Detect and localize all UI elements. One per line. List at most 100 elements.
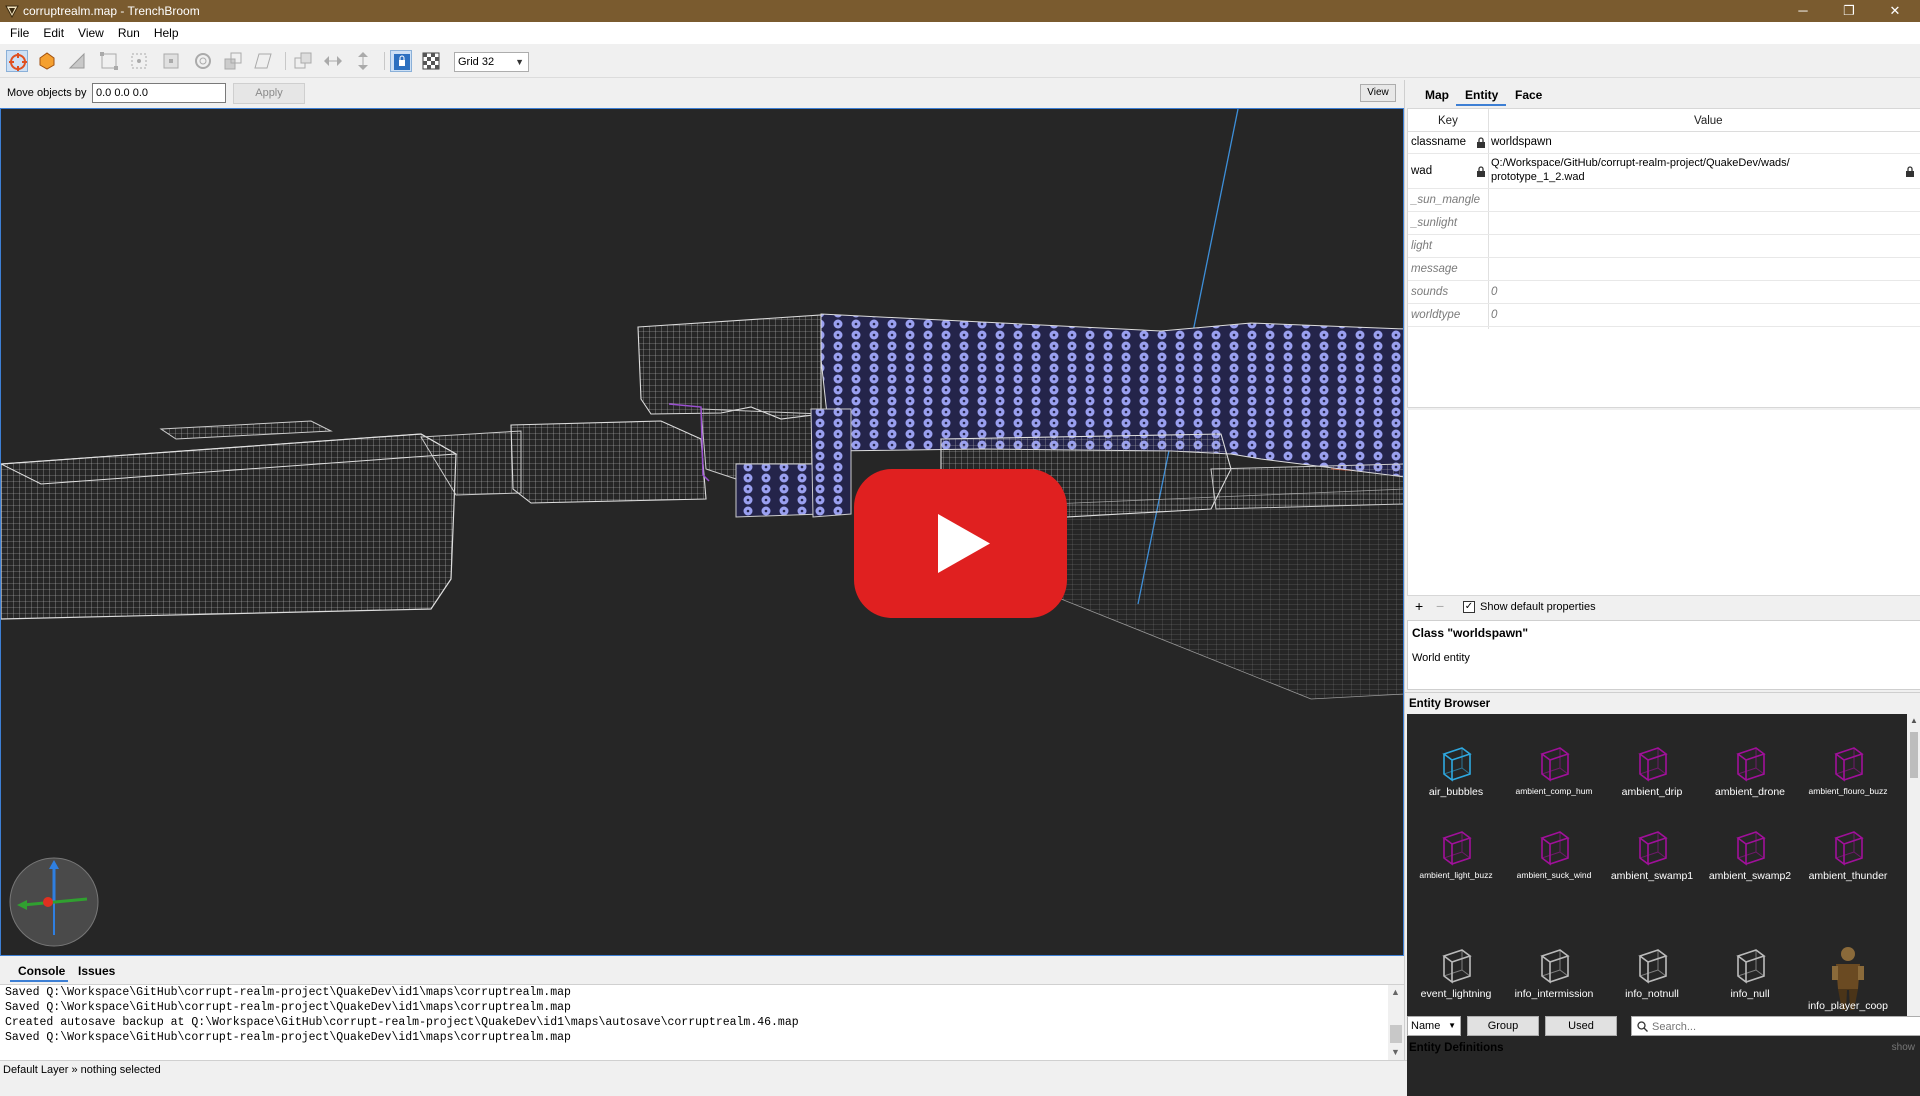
property-key: wad <box>1411 165 1433 177</box>
minimize-button[interactable]: ─ <box>1780 0 1826 22</box>
brush-block-mid <box>510 420 707 504</box>
scroll-down-icon[interactable]: ▼ <box>1391 1047 1400 1057</box>
menu-view[interactable]: View <box>71 22 111 44</box>
edge-tool-button[interactable] <box>128 50 150 72</box>
clip-tool-button[interactable] <box>66 50 88 72</box>
grid-size-value: Grid 32 <box>458 56 495 68</box>
apply-button[interactable]: Apply <box>233 83 305 104</box>
entity-definitions-toggle[interactable]: show <box>1892 1042 1915 1053</box>
entity-tile[interactable]: ambient_flouro_buzz <box>1799 742 1897 814</box>
scroll-up-icon[interactable]: ▲ <box>1391 987 1400 997</box>
entity-tile[interactable]: ambient_swamp2 <box>1701 826 1799 898</box>
entity-definitions-header[interactable]: Entity Definitions show <box>1405 1038 1920 1060</box>
entity-box-icon <box>1736 747 1766 782</box>
play-video-icon[interactable] <box>854 469 1067 618</box>
axis-gizmo-icon[interactable] <box>9 857 99 947</box>
entity-tile[interactable]: info_intermission <box>1505 944 1603 1016</box>
texture-lock-button[interactable] <box>390 50 412 72</box>
entity-tile[interactable]: info_notnull <box>1603 944 1701 1016</box>
chevron-down-icon: ▼ <box>1448 1021 1456 1030</box>
maximize-button[interactable]: ❐ <box>1826 0 1872 22</box>
property-value[interactable]: Q:/Workspace/GitHub/corrupt-realm-projec… <box>1491 157 1790 169</box>
face-tool-button[interactable] <box>160 50 182 72</box>
flip-horizontal-button[interactable] <box>322 50 344 72</box>
move-offset-input[interactable] <box>92 83 226 103</box>
vertex-tool-button[interactable] <box>98 50 120 72</box>
property-row[interactable]: message <box>1408 258 1920 281</box>
brush-tool-button[interactable] <box>36 50 58 72</box>
entity-property-table[interactable]: Key Value classname worldspawn wad Q:/Wo… <box>1407 108 1920 408</box>
tab-entity[interactable]: Entity <box>1465 88 1498 102</box>
entity-tile[interactable]: info_player_coop <box>1799 944 1897 1016</box>
entity-browser-scrollbar[interactable]: ▲ <box>1907 714 1920 1024</box>
entity-tile[interactable]: ambient_thunder <box>1799 826 1897 898</box>
search-icon <box>1637 1021 1648 1032</box>
entity-search-field[interactable] <box>1631 1016 1920 1036</box>
add-property-button[interactable]: + <box>1415 598 1423 614</box>
tab-issues[interactable]: Issues <box>78 964 115 978</box>
uv-lock-button[interactable] <box>420 50 442 72</box>
property-row[interactable]: light <box>1408 235 1920 258</box>
scroll-thumb[interactable] <box>1910 732 1918 778</box>
property-key: light <box>1411 240 1433 252</box>
duplicate-button[interactable] <box>292 50 314 72</box>
window-title: corruptrealm.map - TrenchBroom <box>23 4 200 18</box>
entity-tile[interactable]: ambient_suck_wind <box>1505 826 1603 898</box>
map-viewport-3d[interactable] <box>0 108 1404 956</box>
entity-box-icon <box>1442 949 1472 984</box>
used-button[interactable]: Used <box>1545 1016 1617 1036</box>
show-defaults-checkbox[interactable]: ✓ <box>1463 601 1475 613</box>
entity-box-icon <box>1442 831 1472 866</box>
tab-map[interactable]: Map <box>1425 88 1449 102</box>
scale-tool-button[interactable] <box>222 50 244 72</box>
entity-box-icon <box>1442 747 1472 782</box>
tab-face[interactable]: Face <box>1515 88 1542 102</box>
property-key: _sun_mangle <box>1411 194 1481 206</box>
grid-size-select[interactable]: Grid 32 ▼ <box>454 52 529 72</box>
entity-tile[interactable]: info_null <box>1701 944 1799 1016</box>
entity-label: info_intermission <box>1514 988 1594 1000</box>
property-value[interactable]: worldspawn <box>1491 136 1552 148</box>
entity-tile[interactable]: air_bubbles <box>1407 742 1505 814</box>
shear-tool-button[interactable] <box>252 50 274 72</box>
entity-browser-header: Entity Browser <box>1405 692 1920 714</box>
menu-edit[interactable]: Edit <box>36 22 71 44</box>
entity-label: info_notnull <box>1625 988 1679 1000</box>
tab-console[interactable]: Console <box>18 964 65 978</box>
property-row[interactable]: worldtype 0 <box>1408 304 1920 327</box>
edge-tool-icon <box>131 53 147 69</box>
menu-run[interactable]: Run <box>111 22 147 44</box>
entity-tile[interactable]: ambient_comp_hum <box>1505 742 1603 814</box>
property-value[interactable]: 0 <box>1491 309 1497 321</box>
property-value[interactable]: 0 <box>1491 286 1497 298</box>
view-button[interactable]: View <box>1360 84 1396 102</box>
close-button[interactable]: ✕ <box>1872 0 1918 22</box>
select-tool-button[interactable] <box>6 50 28 72</box>
entity-tile[interactable]: ambient_light_buzz <box>1407 826 1505 898</box>
console-scrollbar[interactable]: ▲ ▼ <box>1388 985 1404 1061</box>
property-row[interactable]: _sunlight <box>1408 212 1920 235</box>
property-row[interactable]: wad Q:/Workspace/GitHub/corrupt-realm-pr… <box>1408 154 1920 189</box>
entity-search-input[interactable] <box>1652 1019 1912 1034</box>
flip-vertical-button[interactable] <box>352 50 374 72</box>
scroll-thumb[interactable] <box>1390 1025 1402 1043</box>
property-row[interactable]: classname worldspawn <box>1408 132 1920 154</box>
entity-tile[interactable]: event_lightning <box>1407 944 1505 1016</box>
rotate-tool-button[interactable] <box>192 50 214 72</box>
property-row[interactable]: sounds 0 <box>1408 281 1920 304</box>
property-row[interactable]: _sun_mangle <box>1408 189 1920 212</box>
vertex-tool-icon <box>100 52 118 70</box>
entity-label: ambient_light_buzz <box>1419 870 1493 880</box>
property-table-empty-area <box>1407 410 1920 596</box>
entity-tile[interactable]: ambient_drone <box>1701 742 1799 814</box>
entity-tile[interactable]: ambient_swamp1 <box>1603 826 1701 898</box>
console-output[interactable]: Saved Q:\Workspace\GitHub\corrupt-realm-… <box>0 984 1404 1061</box>
entity-tile[interactable]: ambient_drip <box>1603 742 1701 814</box>
menu-file[interactable]: File <box>0 22 36 44</box>
scroll-up-icon[interactable]: ▲ <box>1910 716 1918 725</box>
remove-property-button[interactable]: − <box>1436 598 1444 614</box>
menu-help[interactable]: Help <box>147 22 186 44</box>
group-button[interactable]: Group <box>1467 1016 1539 1036</box>
sort-select[interactable]: Name ▼ <box>1407 1016 1461 1036</box>
entity-label: ambient_drip <box>1621 786 1683 798</box>
